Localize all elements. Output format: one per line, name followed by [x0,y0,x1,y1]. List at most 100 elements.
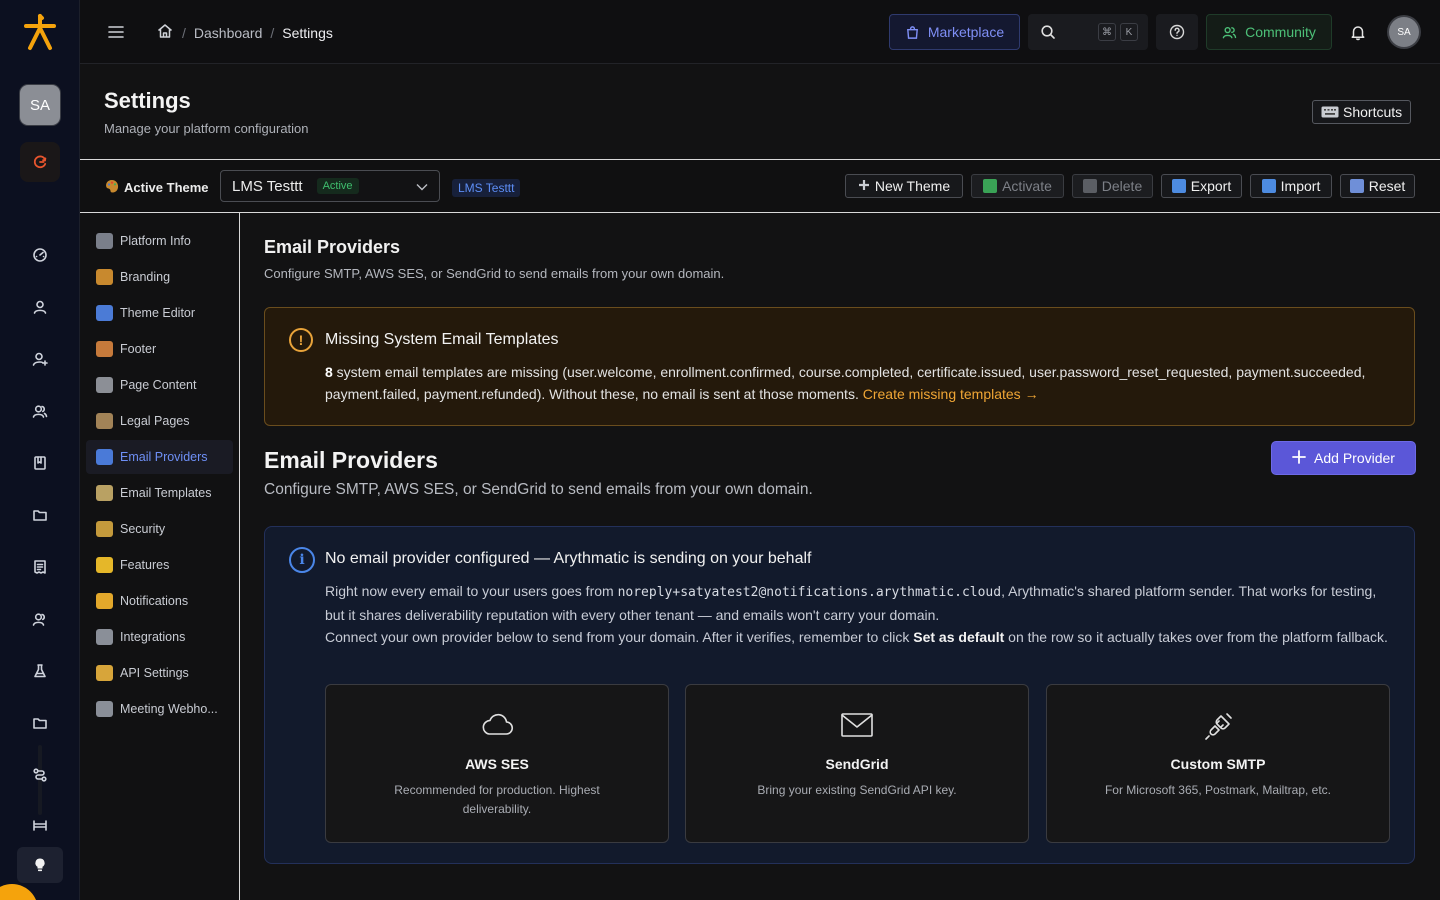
route-icon[interactable] [28,763,52,787]
user-icon[interactable] [28,295,52,319]
hamburger-menu-icon[interactable] [106,22,126,42]
provider-card-sendgrid[interactable]: SendGrid Bring your existing SendGrid AP… [685,684,1029,843]
providers-subtitle: Configure SMTP, AWS SES, or SendGrid to … [264,481,813,498]
envelope-icon [686,709,1028,741]
app-logo[interactable] [20,12,60,52]
plus-icon [1292,449,1306,467]
export-button[interactable]: Export [1161,174,1242,198]
settings-nav-item-page-content[interactable]: Page Content [86,368,233,402]
scroll-icon [96,413,113,429]
add-user-icon[interactable] [28,347,52,371]
plus-icon [858,178,870,194]
settings-nav-item-features[interactable]: Features [86,548,233,582]
notifications-button[interactable] [1346,14,1370,50]
cmd-key: ⌘ [1098,23,1116,41]
app-rail: SA [0,0,80,900]
chevron-down-icon [415,180,429,198]
breadcrumb-separator: / [270,24,275,41]
page-header: Settings Manage your platform configurat… [80,64,1440,160]
team-icon[interactable] [28,607,52,631]
folder-icon[interactable] [28,711,52,735]
lightbulb-icon [35,858,45,872]
providers-title: Email Providers [264,447,438,473]
profile-avatar[interactable]: SA [1389,17,1419,47]
marketplace-label: Marketplace [927,24,1005,40]
cloud-icon [326,709,668,741]
alert-title: Missing System Email Templates [325,331,559,348]
provider-description: Recommended for production. Highest deli… [394,783,600,816]
tips-button[interactable] [17,847,63,883]
new-theme-label: New Theme [874,178,951,194]
settings-nav-label: Platform Info [120,234,191,248]
bed-icon[interactable] [28,813,52,837]
add-provider-button[interactable]: Add Provider [1272,442,1415,474]
settings-nav: Platform Info Branding Theme Editor Footer P… [80,213,240,900]
plug-icon [1047,709,1389,741]
home-icon[interactable] [156,22,174,43]
refresh-icon [33,155,47,169]
settings-nav-item-footer[interactable]: Footer [86,332,233,366]
activate-label: Activate [1002,178,1052,194]
search-button[interactable]: ⌘ K [1028,14,1148,50]
top-bar: / Dashboard / Settings Marketplace ⌘ K C… [80,0,1440,64]
info-line1-pre: Right now every email to your users goes… [325,583,618,599]
footprint-icon [96,341,113,357]
import-button[interactable]: Import [1250,174,1332,198]
settings-nav-label: Page Content [120,378,197,392]
flask-icon[interactable] [28,659,52,683]
active-theme-text: Active Theme [124,180,209,195]
settings-nav-item-integrations[interactable]: Integrations [86,620,233,654]
link-icon [96,629,113,645]
page-icon [96,377,113,393]
community-button[interactable]: Community [1206,14,1332,50]
community-icon [1222,26,1237,38]
settings-nav-item-meeting-webho[interactable]: Meeting Webho... [86,692,233,726]
settings-nav-label: Theme Editor [120,306,196,320]
book-icon[interactable] [28,451,52,475]
settings-nav-item-platform-info[interactable]: Platform Info [86,224,233,258]
user-avatar[interactable]: SA [20,85,60,125]
marketplace-button[interactable]: Marketplace [889,14,1020,50]
settings-nav-item-branding[interactable]: Branding [86,260,233,294]
settings-nav-label: Branding [120,270,171,284]
settings-nav-item-legal-pages[interactable]: Legal Pages [86,404,233,438]
help-circle-icon [1169,24,1185,40]
settings-nav-item-email-templates[interactable]: Email Templates [86,476,233,510]
users-group-icon[interactable] [28,399,52,423]
delete-button[interactable]: Delete [1072,174,1153,198]
folder-icon[interactable] [28,503,52,527]
provider-card-aws-ses[interactable]: AWS SES Recommended for production. High… [325,684,669,843]
missing-templates-alert: ! Missing System Email Templates 8 syste… [264,307,1415,426]
new-theme-button[interactable]: New Theme [845,174,963,198]
settings-nav-label: Email Providers [120,450,208,464]
info-title: No email provider configured — Arythmati… [325,550,812,567]
receipt-icon[interactable] [28,555,52,579]
keyboard-icon [1321,106,1339,118]
link-icon [96,701,113,717]
settings-nav-item-theme-editor[interactable]: Theme Editor [86,296,233,330]
alert-body: system email templates are missing (user… [325,364,1366,402]
org-switcher-button[interactable] [20,142,60,182]
breadcrumb-separator: / [182,24,186,41]
settings-nav-item-api-settings[interactable]: API Settings [86,656,233,690]
shortcuts-button[interactable]: Shortcuts [1312,100,1412,124]
activate-button[interactable]: Activate [971,174,1064,198]
breadcrumb-dashboard[interactable]: Dashboard [194,25,263,41]
settings-nav-item-security[interactable]: Security [86,512,233,546]
outbox-icon [1171,179,1186,193]
provider-card-custom-smtp[interactable]: Custom SMTP For Microsoft 365, Postmark,… [1046,684,1390,843]
create-templates-link[interactable]: Create missing templates → [863,386,1039,402]
settings-nav-item-notifications[interactable]: Notifications [86,584,233,618]
building-icon [96,233,113,249]
theme-select[interactable]: LMS Testtt Active [220,170,440,202]
brush-icon [96,305,113,321]
dashboard-icon[interactable] [28,243,52,267]
active-theme-label: Active Theme [104,178,209,197]
help-fab[interactable] [0,884,38,900]
delete-label: Delete [1101,178,1143,194]
settings-nav-label: Features [120,558,170,572]
warning-icon: ! [289,328,313,352]
reset-button[interactable]: Reset [1340,174,1415,198]
help-button[interactable] [1156,14,1198,50]
settings-nav-item-email-providers[interactable]: Email Providers [86,440,233,474]
